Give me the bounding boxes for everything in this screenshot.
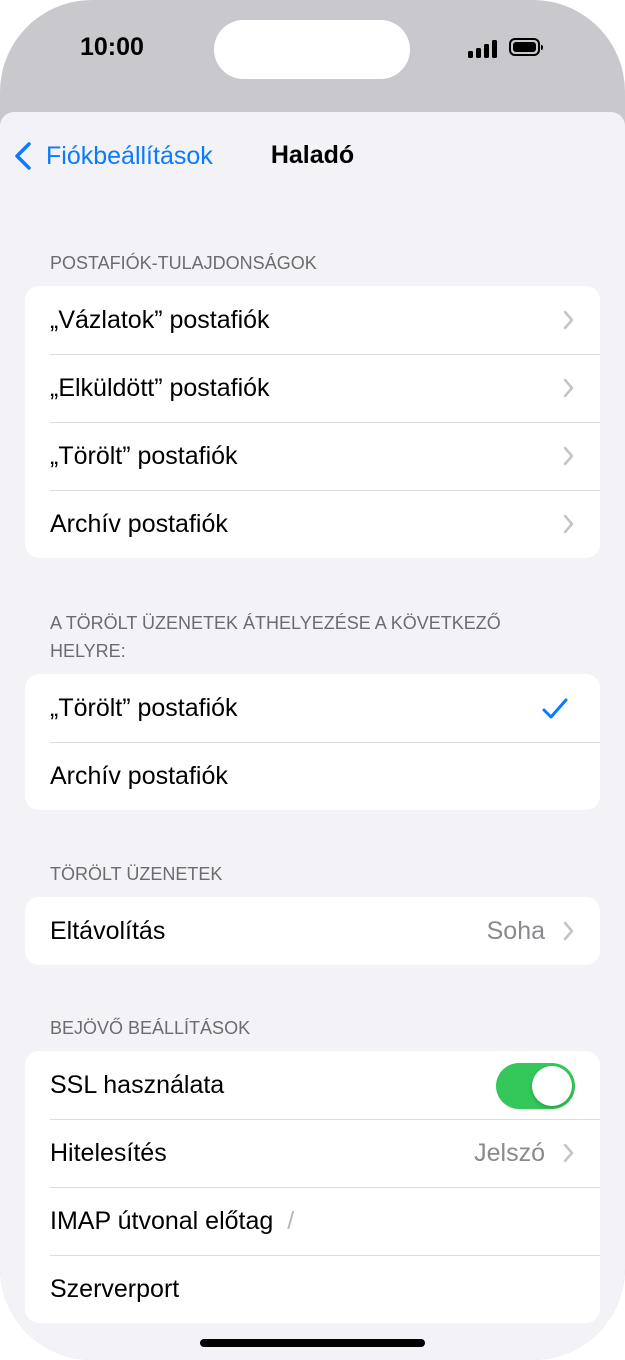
imap-prefix-input[interactable]: / xyxy=(287,1207,294,1236)
move-deleted-group: „Törölt” postafiók Archív postafiók xyxy=(25,674,600,810)
sent-mailbox-row[interactable]: „Elküldött” postafiók xyxy=(25,354,600,422)
deleted-messages-group: Eltávolítás Soha xyxy=(25,897,600,965)
row-label: Szerverport xyxy=(50,1274,180,1303)
battery-icon xyxy=(509,38,543,56)
section-header-move-deleted: A TÖRÖLT ÜZENETEK ÁTHELYEZÉSE A KÖVETKEZ… xyxy=(50,613,501,661)
archive-mailbox-row[interactable]: Archív postafiók xyxy=(25,490,600,558)
chevron-right-icon xyxy=(563,921,574,941)
row-label: Eltávolítás xyxy=(50,916,166,945)
chevron-right-icon xyxy=(563,310,574,330)
drafts-mailbox-row[interactable]: „Vázlatok” postafiók xyxy=(25,286,600,354)
row-label: Archív postafiók xyxy=(50,509,228,538)
status-time: 10:00 xyxy=(80,33,144,61)
authentication-value: Jelszó xyxy=(474,1138,545,1167)
signal-icon xyxy=(468,40,498,58)
row-label: Archív postafiók xyxy=(50,761,228,790)
remove-row[interactable]: Eltávolítás Soha xyxy=(25,897,600,965)
home-indicator xyxy=(200,1339,425,1347)
mailbox-properties-group: „Vázlatok” postafiók „Elküldött” postafi… xyxy=(25,286,600,558)
ssl-row: SSL használata xyxy=(25,1051,600,1119)
deleted-mailbox-row[interactable]: „Törölt” postafiók xyxy=(25,422,600,490)
row-label: „Törölt” postafiók xyxy=(50,441,238,470)
row-label: IMAP útvonal előtag xyxy=(50,1206,274,1235)
row-label: SSL használata xyxy=(50,1070,225,1099)
chevron-right-icon xyxy=(563,514,574,534)
row-label: „Elküldött” postafiók xyxy=(50,373,270,402)
toggle-knob xyxy=(532,1066,572,1106)
authentication-row[interactable]: Hitelesítés Jelszó xyxy=(25,1119,600,1187)
row-label: „Vázlatok” postafiók xyxy=(50,305,270,334)
row-label: Hitelesítés xyxy=(50,1138,167,1167)
section-header-incoming: BEJÖVŐ BEÁLLÍTÁSOK xyxy=(50,1018,251,1038)
dynamic-island xyxy=(214,20,410,79)
page-title: Haladó xyxy=(270,141,355,169)
move-to-deleted-option[interactable]: „Törölt” postafiók xyxy=(25,674,600,742)
phone-frame: 10:00 Fiókbeállítások Haladó POSTAFIÓK-T… xyxy=(0,0,625,1360)
server-port-row[interactable]: Szerverport xyxy=(25,1255,600,1323)
ssl-toggle[interactable] xyxy=(496,1063,575,1109)
move-to-archive-option[interactable]: Archív postafiók xyxy=(25,742,600,810)
checkmark-icon xyxy=(542,698,568,719)
incoming-settings-group: SSL használata Hitelesítés Jelszó IMAP ú… xyxy=(25,1051,600,1323)
section-header-deleted-messages: TÖRÖLT ÜZENETEK xyxy=(50,864,223,884)
chevron-right-icon xyxy=(563,1143,574,1163)
imap-prefix-row[interactable]: IMAP útvonal előtag / xyxy=(25,1187,600,1255)
remove-value: Soha xyxy=(486,916,545,945)
chevron-right-icon xyxy=(563,446,574,466)
chevron-right-icon xyxy=(563,378,574,398)
section-header-mailbox-properties: POSTAFIÓK-TULAJDONSÁGOK xyxy=(50,253,317,273)
row-label: „Törölt” postafiók xyxy=(50,693,238,722)
